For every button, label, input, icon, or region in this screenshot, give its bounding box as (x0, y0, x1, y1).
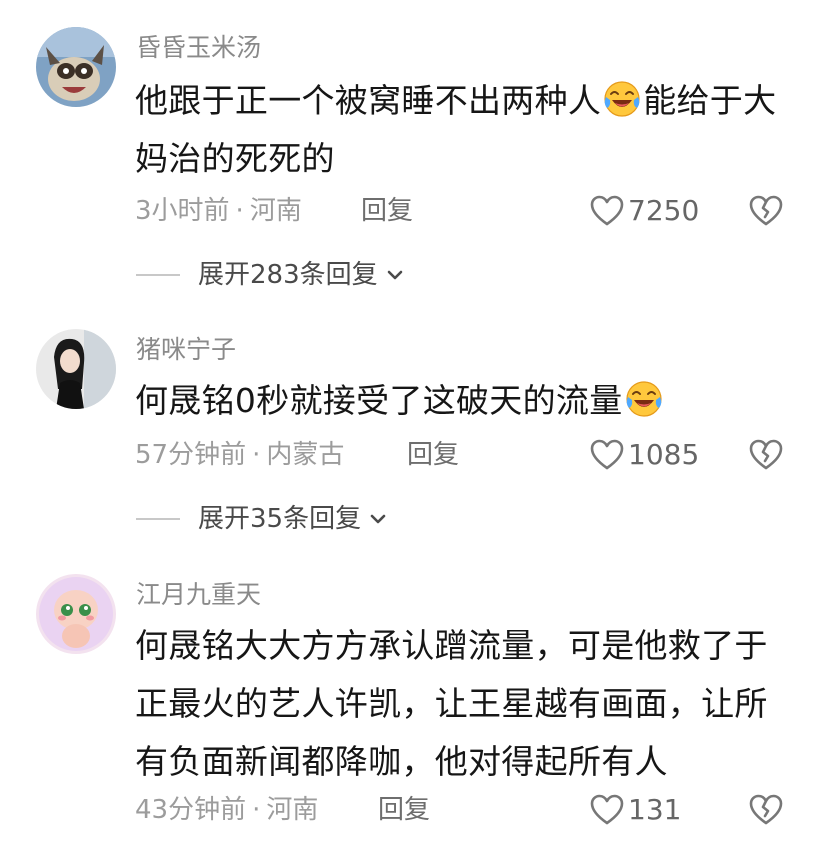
comment-text-line: 何晟铭0秒就接受了这破天的流量 (135, 381, 623, 420)
expand-replies-button[interactable]: 展开283条回复 (136, 258, 406, 292)
chevron-down-icon (384, 264, 406, 286)
expand-replies-button[interactable]: 展开35条回复 (136, 502, 389, 536)
expand-replies-label: 展开35条回复 (198, 504, 362, 534)
comment-text-line: 能给于大 (643, 81, 777, 120)
reply-button[interactable]: 回复 (378, 793, 430, 827)
username[interactable]: 猪咪宁子 (136, 335, 236, 365)
broken-heart-icon[interactable] (749, 195, 783, 227)
comment-meta: 43分钟前 · 河南 (135, 793, 318, 827)
comment-text-line: 何晟铭大大方方承认蹭流量，可是他救了于 (135, 626, 768, 665)
reply-button[interactable]: 回复 (407, 438, 459, 472)
timestamp: 3小时前 (135, 196, 230, 226)
username[interactable]: 昏昏玉米汤 (136, 33, 261, 63)
heart-outline-icon (590, 439, 624, 471)
like-button[interactable]: 7250 (590, 194, 699, 228)
comment-text: 何晟铭大大方方承认蹭流量，可是他救了于 正最火的艺人许凯，让王星越有画面，让所 … (135, 617, 795, 791)
location: 河南 (266, 795, 319, 825)
comment-text-line: 妈治的死死的 (135, 139, 335, 178)
reply-button[interactable]: 回复 (361, 194, 413, 228)
comment-text: 他跟于正一个被窝睡不出两种人 能给于大 妈治的死死的 (135, 72, 795, 188)
separator: · (252, 440, 261, 470)
separator: · (252, 795, 261, 825)
divider (136, 274, 180, 276)
heart-outline-icon (590, 794, 624, 826)
broken-heart-icon[interactable] (749, 439, 783, 471)
comment-text-line: 他跟于正一个被窝睡不出两种人 (135, 81, 602, 120)
like-count: 1085 (628, 438, 700, 471)
like-button[interactable]: 1085 (590, 438, 699, 472)
like-count: 131 (628, 793, 682, 826)
avatar[interactable] (36, 329, 116, 409)
broken-heart-icon[interactable] (749, 794, 783, 826)
avatar[interactable] (36, 574, 116, 654)
laughing-crying-emoji-icon (624, 379, 664, 419)
timestamp: 43分钟前 (135, 795, 247, 825)
location: 内蒙古 (266, 440, 345, 470)
divider (136, 518, 180, 520)
heart-outline-icon (590, 195, 624, 227)
chevron-down-icon (367, 508, 389, 530)
comment-text-line: 有负面新闻都降咖，他对得起所有人 (135, 742, 668, 781)
like-count: 7250 (628, 194, 700, 227)
comment-text: 何晟铭0秒就接受了这破天的流量 (135, 372, 795, 430)
comment-meta: 3小时前 · 河南 (135, 194, 302, 228)
expand-replies-label: 展开283条回复 (198, 260, 378, 290)
comment-text-line: 正最火的艺人许凯，让王星越有画面，让所 (135, 684, 768, 723)
timestamp: 57分钟前 (135, 440, 247, 470)
like-button[interactable]: 131 (590, 793, 681, 827)
avatar[interactable] (36, 27, 116, 107)
separator: · (235, 196, 244, 226)
location: 河南 (249, 196, 302, 226)
comment-meta: 57分钟前 · 内蒙古 (135, 438, 344, 472)
laughing-crying-emoji-icon (602, 79, 642, 119)
username[interactable]: 江月九重天 (136, 580, 261, 610)
